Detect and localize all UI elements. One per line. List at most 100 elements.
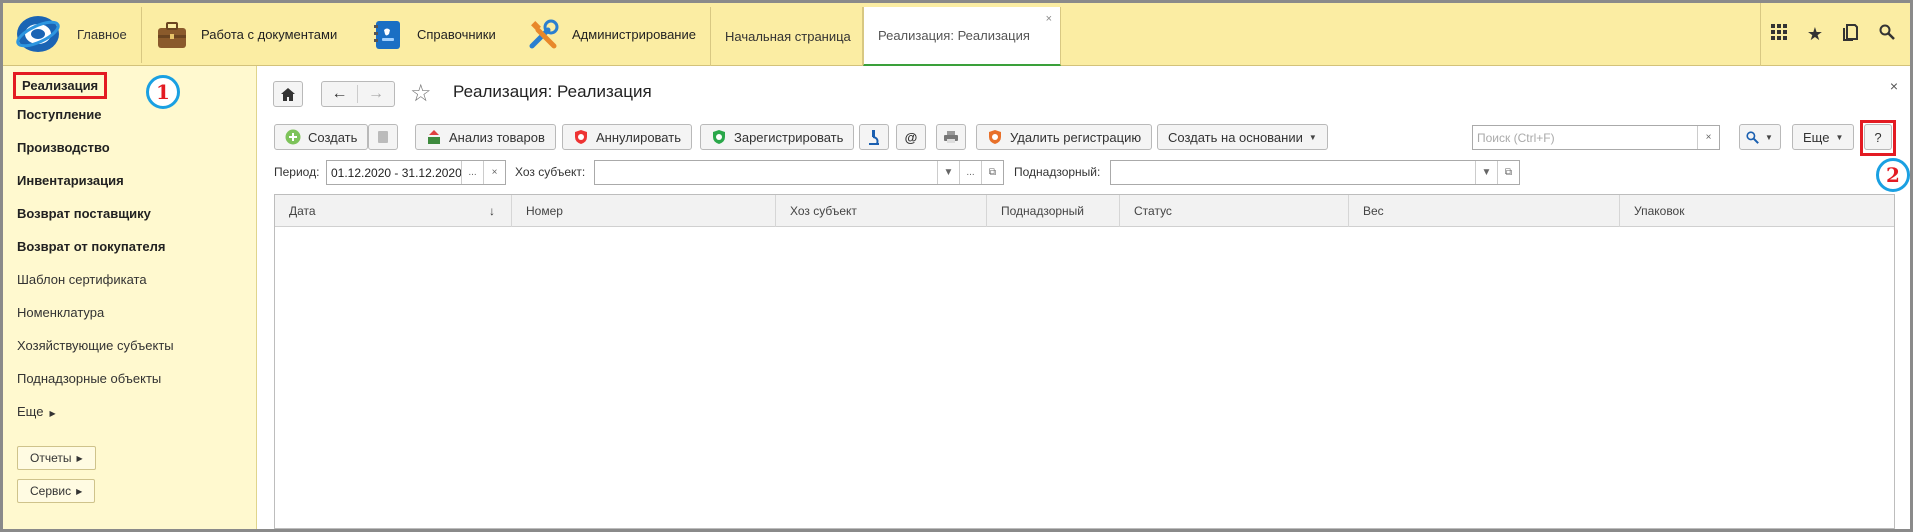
sidebar-item-inventory[interactable]: Инвентаризация bbox=[17, 173, 124, 188]
copy-button[interactable] bbox=[368, 124, 398, 150]
more-label: Еще bbox=[1803, 129, 1830, 145]
home-icon bbox=[281, 87, 295, 101]
lab-button[interactable] bbox=[859, 124, 889, 150]
sidebar-more-label: Еще bbox=[17, 404, 44, 419]
service-label: Сервис bbox=[30, 484, 72, 498]
email-button[interactable]: @ bbox=[896, 124, 926, 150]
home-label[interactable]: Главное bbox=[77, 27, 127, 42]
apps-grid-icon[interactable] bbox=[1761, 24, 1797, 45]
address-book-icon bbox=[374, 20, 400, 49]
annul-button[interactable]: Аннулировать bbox=[562, 124, 692, 150]
menu-documents-label[interactable]: Работа с документами bbox=[201, 27, 337, 42]
sidebar-item-realization[interactable]: Реализация bbox=[13, 72, 108, 99]
column-number[interactable]: Номер bbox=[512, 195, 776, 227]
reports-button[interactable]: Отчеты ▶ bbox=[17, 446, 96, 470]
dropdown-arrow-icon[interactable]: ▼ bbox=[937, 161, 959, 184]
shield-green-icon bbox=[713, 130, 725, 144]
documents-table[interactable]: Дата ↓ Номер Хоз субъект Поднадзорный Ст… bbox=[274, 194, 1895, 529]
copy-icon bbox=[378, 131, 388, 143]
sidebar-item-nomenclature[interactable]: Номенклатура bbox=[17, 305, 104, 320]
column-number-label: Номер bbox=[526, 204, 563, 218]
sidebar-item-return-supplier[interactable]: Возврат поставщику bbox=[17, 206, 151, 221]
chart-up-icon bbox=[428, 130, 440, 144]
open-icon[interactable]: ⧉ bbox=[1497, 161, 1519, 184]
form-close-icon[interactable]: × bbox=[1890, 78, 1898, 94]
supervised-field[interactable]: ▼ ⧉ bbox=[1110, 160, 1520, 185]
dropdown-arrow-icon: ▼ bbox=[1308, 132, 1317, 142]
column-supervised[interactable]: Поднадзорный bbox=[987, 195, 1120, 227]
column-weight[interactable]: Вес bbox=[1349, 195, 1620, 227]
reports-label: Отчеты bbox=[30, 451, 72, 465]
column-status[interactable]: Статус bbox=[1120, 195, 1349, 227]
sidebar-item-receipt[interactable]: Поступление bbox=[17, 107, 102, 122]
tab-start-page-label[interactable]: Начальная страница bbox=[725, 29, 851, 44]
page-title: Реализация: Реализация bbox=[453, 82, 652, 101]
tab-start-page[interactable]: Начальная страница bbox=[710, 7, 863, 66]
analyze-goods-label: Анализ товаров bbox=[449, 129, 545, 145]
search-input[interactable]: Поиск (Ctrl+F) × bbox=[1472, 125, 1720, 150]
subject-field[interactable]: ▼ ... ⧉ bbox=[594, 160, 1004, 185]
create-based-on-button[interactable]: Создать на основании ▼ bbox=[1157, 124, 1328, 150]
tab-close-icon[interactable]: × bbox=[1046, 13, 1052, 25]
menu-catalogs-label[interactable]: Справочники bbox=[417, 27, 496, 42]
nav-buttons: ← → bbox=[321, 81, 395, 107]
subject-select-button[interactable]: ... bbox=[959, 161, 981, 184]
history-icon[interactable] bbox=[1833, 23, 1869, 46]
period-value: 01.12.2020 - 31.12.2020 bbox=[331, 165, 462, 180]
dropdown-arrow-icon[interactable]: ▼ bbox=[1475, 161, 1497, 184]
app-window: Главное Работа с документами Справочники bbox=[3, 3, 1910, 529]
home-section[interactable]: Главное bbox=[3, 3, 141, 66]
app-logo-icon bbox=[16, 16, 60, 52]
delete-registration-button[interactable]: Удалить регистрацию bbox=[976, 124, 1153, 150]
search-clear-icon[interactable]: × bbox=[1697, 126, 1719, 149]
column-date[interactable]: Дата ↓ bbox=[275, 195, 512, 227]
period-clear-icon[interactable]: × bbox=[483, 161, 505, 184]
dropdown-arrow-icon: ▼ bbox=[1835, 132, 1844, 142]
favorite-star-icon[interactable]: ☆ bbox=[410, 79, 432, 108]
table-header: Дата ↓ Номер Хоз субъект Поднадзорный Ст… bbox=[275, 195, 1894, 227]
more-button[interactable]: Еще ▼ bbox=[1792, 124, 1855, 150]
annotation-badge-2: 2 bbox=[1876, 158, 1910, 192]
sidebar-item-certificate-template[interactable]: Шаблон сертификата bbox=[17, 272, 147, 287]
print-button[interactable] bbox=[936, 124, 966, 150]
analyze-goods-button[interactable]: Анализ товаров bbox=[415, 124, 556, 150]
microscope-icon bbox=[869, 130, 879, 145]
triangle-right-icon: ▶ bbox=[76, 486, 83, 496]
forward-arrow-icon[interactable]: → bbox=[358, 85, 394, 103]
column-date-label: Дата bbox=[289, 204, 316, 218]
period-select-button[interactable]: ... bbox=[461, 161, 483, 184]
search-icon[interactable] bbox=[1869, 24, 1905, 45]
section-sidebar: Реализация Поступление Производство Инве… bbox=[3, 66, 257, 529]
back-arrow-icon[interactable]: ← bbox=[322, 85, 359, 103]
menu-documents[interactable]: Работа с документами bbox=[155, 3, 337, 66]
period-field[interactable]: 01.12.2020 - 31.12.2020 ... × bbox=[326, 160, 506, 185]
column-subject-label: Хоз субъект bbox=[790, 204, 857, 218]
register-button[interactable]: Зарегистрировать bbox=[700, 124, 855, 150]
sidebar-item-supervised-objects[interactable]: Поднадзорные объекты bbox=[17, 371, 161, 386]
search-button[interactable]: ▼ bbox=[1739, 124, 1781, 150]
tab-realization-label[interactable]: Реализация: Реализация bbox=[878, 28, 1030, 43]
period-label: Период: bbox=[274, 165, 320, 179]
menu-administration-label[interactable]: Администрирование bbox=[572, 27, 696, 42]
column-subject[interactable]: Хоз субъект bbox=[776, 195, 987, 227]
open-icon[interactable]: ⧉ bbox=[981, 161, 1003, 184]
service-button[interactable]: Сервис ▶ bbox=[17, 479, 96, 503]
column-packages[interactable]: Упаковок bbox=[1620, 195, 1896, 227]
sidebar-item-return-customer[interactable]: Возврат от покупателя bbox=[17, 239, 165, 254]
menu-administration[interactable]: Администрирование bbox=[526, 3, 696, 66]
search-icon bbox=[1746, 130, 1759, 144]
triangle-right-icon: ▶ bbox=[76, 453, 83, 463]
tab-realization[interactable]: Реализация: Реализация × bbox=[863, 7, 1061, 66]
supervised-label: Поднадзорный: bbox=[1014, 165, 1101, 179]
star-icon[interactable]: ★ bbox=[1797, 24, 1833, 45]
create-button[interactable]: Создать bbox=[274, 124, 369, 150]
sort-down-icon: ↓ bbox=[489, 204, 495, 218]
column-packages-label: Упаковок bbox=[1634, 204, 1685, 218]
sidebar-item-more[interactable]: Еще ▶ bbox=[17, 404, 56, 419]
menu-catalogs[interactable]: Справочники bbox=[371, 3, 496, 66]
sidebar-item-production[interactable]: Производство bbox=[17, 140, 110, 155]
sidebar-item-business-entities[interactable]: Хозяйствующие субъекты bbox=[17, 338, 174, 353]
top-tools: ★ bbox=[1760, 3, 1910, 66]
home-button[interactable] bbox=[273, 81, 303, 107]
dropdown-arrow-icon: ▼ bbox=[1765, 132, 1773, 142]
